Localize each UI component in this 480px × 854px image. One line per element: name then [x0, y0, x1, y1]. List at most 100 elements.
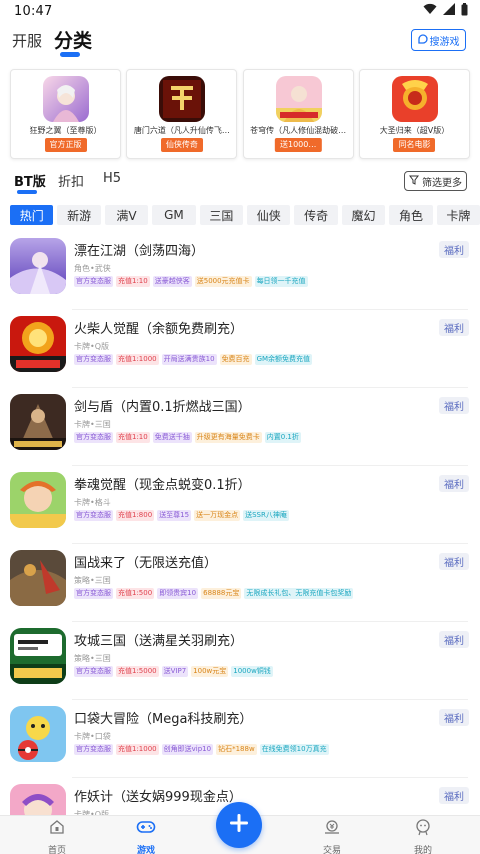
tab-h5[interactable]: H5 [103, 171, 121, 186]
game-tag: 充值1:5000 [116, 666, 159, 677]
welfare-button[interactable]: 福利 [439, 475, 469, 492]
sub-tabs: BT版 折扣 H5 筛选更多 [0, 166, 480, 194]
featured-card[interactable]: 苍穹传（凡人修仙混劫破… 送1000… [242, 69, 354, 159]
tab-fenlei[interactable]: 分类 [54, 26, 92, 53]
game-tag: 充值1:500 [116, 588, 155, 599]
game-tag: 官方变态服 [74, 588, 113, 599]
game-row[interactable]: 漂在江湖（剑荡四海） 角色•武侠 官方变态服 充值1:10 送豪越侠客 送500… [0, 232, 480, 310]
game-category: 卡牌•三国 [74, 420, 111, 429]
add-button[interactable] [216, 802, 262, 848]
game-row[interactable]: 火柴人觉醒（余额免费刷充） 卡牌•Q版 官方变态服 充值1:1000 开局送满贵… [0, 310, 480, 388]
game-tag: 官方变态服 [74, 666, 113, 677]
featured-title: 唐门六道（凡人升仙传飞… [133, 126, 230, 135]
app-screen: { "status_bar": {"time": "10:47"}, "top_… [0, 0, 480, 854]
welfare-button[interactable]: 福利 [439, 631, 469, 648]
nav-games[interactable]: 游戏 [116, 818, 176, 854]
game-icon [10, 238, 66, 294]
category-chip[interactable]: GM [152, 205, 196, 225]
game-tag: 1000w铜钱 [231, 666, 273, 677]
game-tag: 送VIP7 [161, 666, 189, 677]
category-chip[interactable]: 魔幻 [341, 205, 386, 225]
tab-zhekou[interactable]: 折扣 [58, 171, 84, 190]
game-row[interactable]: 口袋大冒险（Mega科技刷充） 卡牌•口袋 官方变态服 充值1:1000 创角即… [0, 700, 480, 778]
category-chip[interactable]: 满V [104, 205, 149, 225]
game-tag: 官方变态服 [74, 744, 113, 755]
tab-kaifu[interactable]: 开服 [12, 30, 42, 51]
game-tag: 在线免费领10万真充 [259, 744, 329, 755]
game-tag: 升级更有海量免费卡 [194, 432, 262, 443]
game-name: 拳魂觉醒（现金点蜕变0.1折） [74, 478, 251, 493]
game-tag: 送至尊15 [157, 510, 192, 521]
featured-badge: 送1000… [274, 138, 322, 152]
welfare-button[interactable]: 福利 [439, 553, 469, 570]
category-chip[interactable]: 传奇 [294, 205, 338, 225]
game-row[interactable]: 国战来了（无限送充值） 策略•三国 官方变态服 充值1:500 即领贵宾10 6… [0, 544, 480, 622]
welfare-button[interactable]: 福利 [439, 319, 469, 336]
status-bar: 10:47 [0, 0, 480, 22]
featured-badge: 仙侠传奇 [160, 138, 203, 152]
search-games-button[interactable]: 搜游戏 [411, 29, 466, 51]
game-tag: 官方变态服 [74, 510, 113, 521]
category-chip[interactable]: 角色 [389, 205, 433, 225]
nav-home[interactable]: 首页 [27, 818, 87, 854]
active-tab-indicator [60, 52, 80, 57]
nav-trade[interactable]: 交易 [302, 818, 362, 854]
nav-games-label: 游戏 [136, 846, 155, 854]
game-row[interactable]: 拳魂觉醒（现金点蜕变0.1折） 卡牌•格斗 官方变态服 充值1:800 送至尊1… [0, 466, 480, 544]
category-chip[interactable]: 卡牌 [436, 205, 480, 225]
featured-games: 狂野之翼（至尊版） 官方正版 唐门六道（凡人升仙传飞… 仙侠传奇 苍穹传（凡人修… [10, 69, 470, 159]
game-tags: 官方变态服 充值1:800 送至尊15 送一万现金点 送SSR八神庵 [74, 510, 289, 521]
welfare-button[interactable]: 福利 [439, 787, 469, 804]
game-row[interactable]: 攻城三国（送满星关羽刷充） 策略•三国 官方变态服 充值1:5000 送VIP7… [0, 622, 480, 700]
wifi-icon [423, 3, 437, 19]
search-icon [417, 33, 428, 47]
game-name: 作妖计（送女娲999现金点） [74, 790, 242, 805]
featured-card[interactable]: 狂野之翼（至尊版） 官方正版 [10, 69, 121, 159]
status-time: 10:47 [14, 3, 53, 19]
search-games-label: 搜游戏 [429, 36, 460, 48]
welfare-button[interactable]: 福利 [439, 709, 469, 726]
game-name: 国战来了（无限送充值） [74, 556, 218, 571]
game-tags: 官方变态服 充值1:5000 送VIP7 100w元宝 1000w铜钱 [74, 666, 273, 677]
category-chip[interactable]: 新游 [57, 205, 101, 225]
game-tag: 钻石*188w [216, 744, 257, 755]
game-name: 口袋大冒险（Mega科技刷充） [74, 712, 253, 727]
filter-label: 筛选更多 [422, 177, 462, 189]
game-name: 漂在江湖（剑荡四海） [74, 244, 205, 259]
category-chips: 热门 新游 满V GM 三国 仙侠 传奇 魔幻 角色 卡牌 [10, 205, 480, 225]
game-tag: 100w元宝 [191, 666, 229, 677]
category-chip[interactable]: 仙侠 [247, 205, 291, 225]
tab-bt[interactable]: BT版 [14, 171, 46, 190]
game-category: 策略•三国 [74, 654, 111, 663]
game-category: 卡牌•格斗 [74, 498, 111, 507]
game-category: 卡牌•Q版 [74, 342, 110, 351]
game-list: 漂在江湖（剑荡四海） 角色•武侠 官方变态服 充值1:10 送豪越侠客 送500… [0, 232, 480, 854]
featured-card[interactable]: 唐门六道（凡人升仙传飞… 仙侠传奇 [126, 69, 238, 159]
game-icon [10, 706, 66, 762]
game-tag: 送一万现金点 [194, 510, 241, 521]
nav-mine-label: 我的 [413, 846, 432, 854]
welfare-button[interactable]: 福利 [439, 241, 469, 258]
game-row[interactable]: 剑与盾（内置0.1折燃战三国） 卡牌•三国 官方变态服 充值1:10 免费送千抽… [0, 388, 480, 466]
featured-card[interactable]: 大圣归来（超V版） 同名电影 [358, 69, 470, 159]
nav-home-label: 首页 [47, 846, 66, 854]
game-tag: 充值1:1000 [116, 354, 159, 365]
game-tag: 无限成长礼包、无限充值卡包奖励 [244, 588, 354, 599]
category-chip[interactable]: 三国 [199, 205, 244, 225]
plus-icon [228, 812, 250, 838]
nav-mine[interactable]: 我的 [393, 818, 453, 854]
featured-badge: 官方正版 [44, 138, 87, 152]
featured-title: 大圣归来（超V版） [379, 126, 450, 135]
game-tag: 官方变态服 [74, 276, 113, 287]
category-chip[interactable]: 热门 [10, 205, 54, 225]
filter-more-button[interactable]: 筛选更多 [404, 171, 467, 191]
welfare-button[interactable]: 福利 [439, 397, 469, 414]
game-tag: GM余额免费充值 [254, 354, 313, 365]
game-tags: 官方变态服 充值1:1000 开局送满贵族10 免费百充 GM余额免费充值 [74, 354, 313, 365]
game-tag: 充值1:10 [116, 276, 150, 287]
game-category: 卡牌•口袋 [74, 732, 111, 741]
game-icon [159, 76, 206, 122]
game-icon [10, 316, 66, 372]
sub-tab-indicator [17, 190, 37, 194]
game-tag: 充值1:1000 [116, 744, 159, 755]
